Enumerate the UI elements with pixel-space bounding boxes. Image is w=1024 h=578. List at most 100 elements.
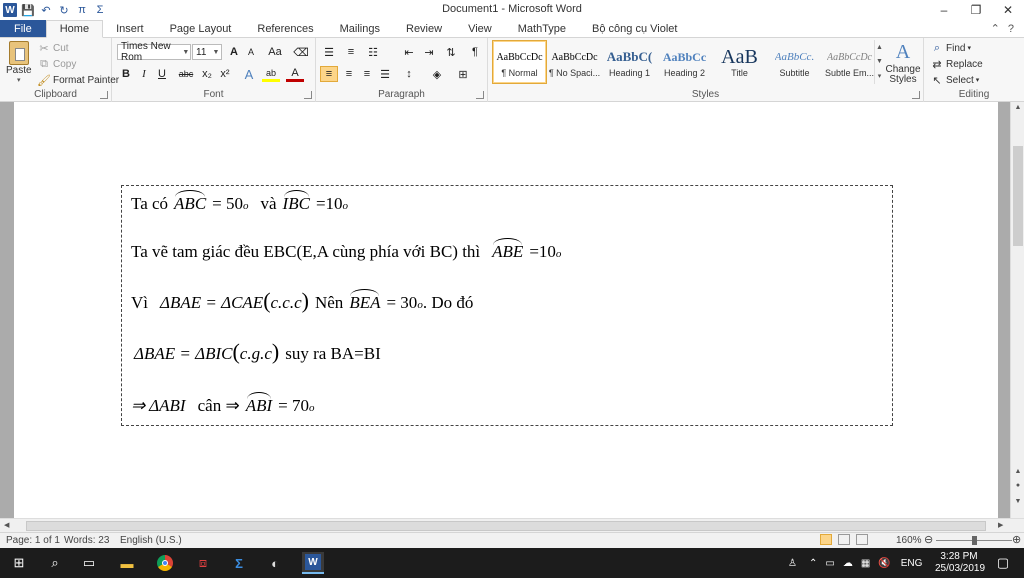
chevron-up-icon[interactable]: ⌃ [809, 558, 817, 569]
word-taskbar-icon[interactable]: W [302, 552, 324, 574]
app-icon[interactable]: ⧈ [192, 552, 214, 574]
redo-icon[interactable]: ↻ [57, 3, 71, 17]
full-screen-reading-icon[interactable] [838, 534, 850, 545]
chrome-icon[interactable] [154, 552, 176, 574]
shading-icon[interactable]: ◈ [428, 66, 446, 82]
people-icon[interactable]: ♙ [788, 558, 797, 569]
font-size-select[interactable]: 11 ▼ [192, 44, 222, 60]
clipboard-launcher-icon[interactable] [100, 91, 108, 99]
language-indicator[interactable]: English (U.S.) [120, 535, 182, 546]
print-layout-icon[interactable] [820, 534, 832, 545]
ruler-toggle-icon[interactable]: ▲ [1011, 468, 1024, 480]
paste-button[interactable]: Paste ▾ [6, 41, 32, 84]
sort-icon[interactable]: ⇅ [442, 44, 460, 60]
borders-icon[interactable]: ⊞ [454, 66, 472, 82]
tab-review[interactable]: Review [393, 20, 455, 37]
zoom-level[interactable]: 160% [896, 535, 922, 546]
styles-launcher-icon[interactable] [912, 91, 920, 99]
font-launcher-icon[interactable] [304, 91, 312, 99]
more-icon[interactable]: ▾ [878, 72, 882, 80]
style-normal[interactable]: AaBbCcDc ¶ Normal [492, 40, 547, 84]
volume-icon[interactable]: 🔇 [878, 558, 890, 569]
zoom-out-icon[interactable]: ⊖ [924, 533, 933, 546]
tab-mailings[interactable]: Mailings [327, 20, 393, 37]
word-logo-icon[interactable]: W [3, 3, 17, 17]
pilcrow-icon[interactable]: ¶ [466, 44, 484, 60]
zoom-in-icon[interactable]: ⊕ [1012, 533, 1021, 546]
tab-insert[interactable]: Insert [103, 20, 157, 37]
onedrive-icon[interactable]: ☁ [843, 558, 853, 569]
horizontal-scrollbar[interactable]: ◀ ▶ [0, 518, 1024, 532]
change-styles-button[interactable]: A Change Styles [885, 40, 920, 85]
gallery-scroll[interactable]: ▲ ▼ ▾ [874, 40, 884, 84]
zoom-slider-knob[interactable] [972, 536, 977, 545]
sigma-app-icon[interactable]: Σ [228, 552, 250, 574]
sigma-icon[interactable]: Σ [93, 3, 107, 17]
chevron-down-icon[interactable]: ▼ [876, 58, 883, 65]
strikethrough-button[interactable]: abc [176, 66, 196, 82]
undo-icon[interactable]: ↶ [39, 3, 53, 17]
format-painter-button[interactable]: 🖌 Format Painter [37, 73, 119, 87]
style-subtitle[interactable]: AaBbCc. Subtitle [767, 40, 822, 84]
scroll-thumb[interactable] [1013, 146, 1023, 246]
style-heading-1[interactable]: AaBbC( Heading 1 [602, 40, 657, 84]
select-button[interactable]: ↖ Select ▾ [930, 73, 979, 87]
underline-button[interactable]: U [153, 66, 171, 82]
tab-references[interactable]: References [244, 20, 326, 37]
superscript-button[interactable]: x² [216, 66, 234, 82]
minimize-button[interactable]: – [928, 0, 960, 20]
scroll-thumb[interactable] [26, 521, 986, 531]
change-case-button[interactable]: Aa [264, 44, 286, 60]
copy-button[interactable]: ⧉ Copy [37, 57, 76, 71]
increase-indent-icon[interactable]: ⇥ [420, 44, 438, 60]
align-center-icon[interactable]: ≡ [340, 66, 358, 82]
chevron-right-icon[interactable]: ▶ [998, 521, 1003, 529]
word-count[interactable]: Words: 23 [64, 535, 109, 546]
input-language[interactable]: ENG [901, 558, 923, 569]
shrink-font-button[interactable]: A [242, 44, 260, 60]
battery-icon[interactable]: ▭ [825, 558, 834, 569]
tab-view[interactable]: View [455, 20, 505, 37]
clear-formatting-icon[interactable]: ⌫ [292, 44, 310, 60]
tab-page-layout[interactable]: Page Layout [157, 20, 245, 37]
paragraph-launcher-icon[interactable] [476, 91, 484, 99]
chevron-up-icon[interactable]: ▲ [876, 44, 883, 51]
align-right-icon[interactable]: ≡ [358, 66, 376, 82]
task-view-icon[interactable]: ▭ [78, 552, 100, 574]
tab-file[interactable]: File [0, 20, 46, 37]
bullets-icon[interactable]: ☰ [320, 44, 338, 60]
decrease-indent-icon[interactable]: ⇤ [400, 44, 418, 60]
find-button[interactable]: ⌕ Find ▾ [930, 41, 971, 55]
network-icon[interactable]: ▦ [861, 558, 870, 569]
tab-violet[interactable]: Bộ công cụ Violet [579, 20, 690, 37]
font-name-select[interactable]: Times New Rom ▼ [117, 41, 191, 63]
page-count[interactable]: Page: 1 of 1 [6, 535, 60, 546]
notification-icon[interactable]: ▢ [992, 552, 1014, 574]
clock[interactable]: 3:28 PM 25/03/2019 [935, 551, 985, 575]
close-button[interactable]: ✕ [992, 0, 1024, 20]
bold-button[interactable]: B [117, 66, 135, 82]
style-no-spacing[interactable]: AaBbCcDc ¶ No Spaci... [547, 40, 602, 84]
style-heading-2[interactable]: AaBbCc Heading 2 [657, 40, 712, 84]
line-spacing-icon[interactable]: ↕ [400, 66, 418, 82]
search-icon[interactable]: ⌕ [44, 552, 66, 574]
align-left-icon[interactable]: ≡ [320, 66, 338, 82]
chevron-up-icon[interactable]: ▲ [1011, 104, 1024, 116]
grow-font-button[interactable]: A [225, 44, 243, 60]
text-effects-button[interactable]: A [240, 66, 258, 82]
windows-start-icon[interactable]: ⊞ [8, 552, 30, 574]
tab-mathtype[interactable]: MathType [505, 20, 579, 37]
select-browse-icon[interactable]: ● [1011, 482, 1024, 494]
collapse-ribbon-icon[interactable]: ⌃ [991, 22, 1000, 35]
cut-button[interactable]: ✂ Cut [37, 41, 68, 55]
highlight-button[interactable]: ab [262, 66, 280, 82]
numbering-icon[interactable]: ≡ [342, 44, 360, 60]
italic-button[interactable]: I [135, 66, 153, 82]
multilevel-list-icon[interactable]: ☷ [364, 44, 382, 60]
chevron-left-icon[interactable]: ◀ [4, 521, 9, 529]
document-page[interactable]: Ta có ABC = 50 o và IBC =10 o Ta vẽ tam gi… [14, 102, 998, 518]
tab-home[interactable]: Home [45, 20, 104, 38]
paint-app-icon[interactable]: ◐ [264, 552, 286, 574]
replace-button[interactable]: ⇄ Replace [930, 57, 982, 71]
save-icon[interactable]: 💾 [21, 3, 35, 17]
